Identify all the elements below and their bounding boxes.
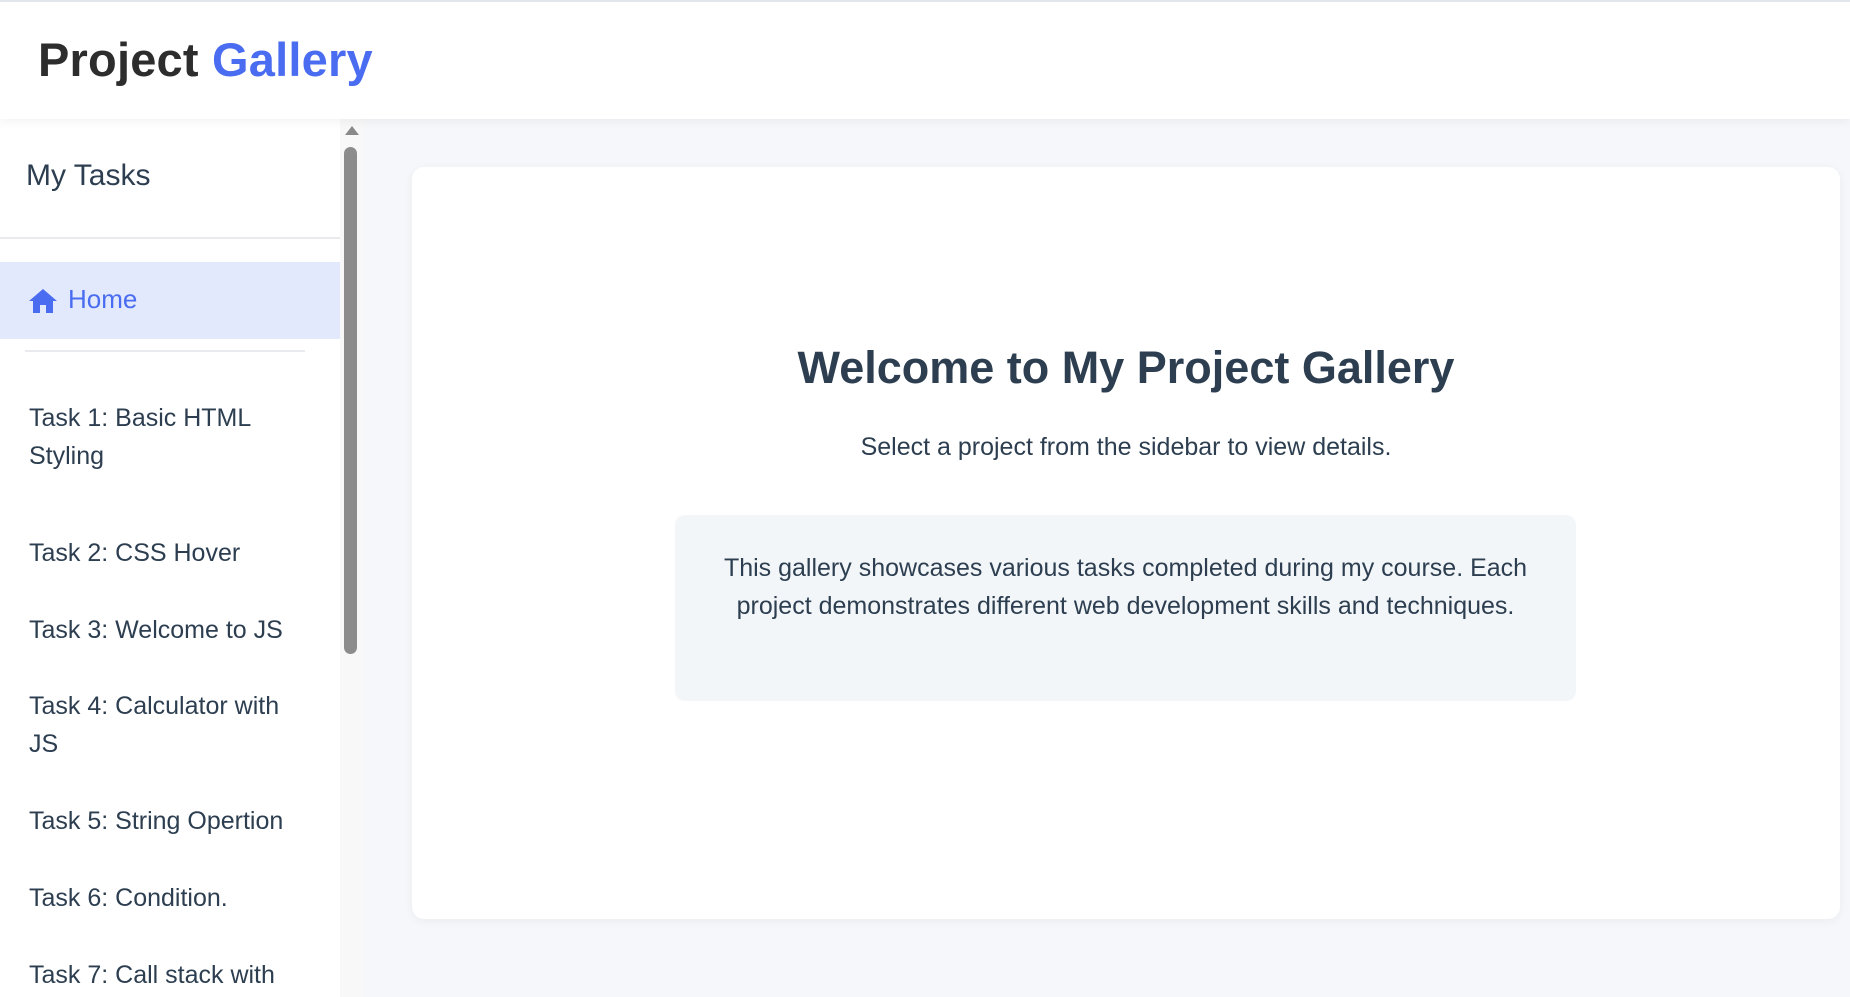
home-icon bbox=[29, 289, 57, 313]
brand-title: Project Gallery bbox=[38, 32, 373, 87]
sidebar-item-task-4[interactable]: Task 4: Calculator with JS bbox=[29, 687, 314, 763]
sidebar-scrollbar[interactable] bbox=[340, 119, 364, 997]
sidebar-item-task-1[interactable]: Task 1: Basic HTML Styling bbox=[29, 399, 314, 475]
nav-divider bbox=[25, 350, 305, 352]
brand-title-accent: Gallery bbox=[212, 33, 373, 86]
sidebar-title: My Tasks bbox=[26, 159, 151, 192]
scrollbar-thumb[interactable] bbox=[344, 147, 357, 654]
page-title: Welcome to My Project Gallery bbox=[797, 342, 1455, 393]
welcome-card: Welcome to My Project Gallery Select a p… bbox=[412, 167, 1840, 919]
sidebar-item-task-6[interactable]: Task 6: Condition. bbox=[29, 879, 314, 917]
sidebar-item-task-3[interactable]: Task 3: Welcome to JS bbox=[29, 611, 314, 649]
sidebar: My Tasks Home Task 1: Basic HTML Styling… bbox=[0, 119, 364, 997]
description-box: This gallery showcases various tasks com… bbox=[675, 515, 1576, 701]
app-root: Project Gallery My Tasks Home Task 1: Ba… bbox=[0, 0, 1850, 997]
sidebar-item-task-2[interactable]: Task 2: CSS Hover bbox=[29, 534, 314, 572]
sidebar-item-home[interactable]: Home bbox=[0, 262, 340, 339]
brand-title-primary: Project bbox=[38, 33, 199, 86]
sidebar-item-task-5[interactable]: Task 5: String Opertion bbox=[29, 802, 314, 840]
page-header: Project Gallery bbox=[0, 0, 1850, 119]
description-text: This gallery showcases various tasks com… bbox=[723, 554, 1528, 620]
sidebar-item-home-label: Home bbox=[68, 284, 138, 314]
page-subtitle: Select a project from the sidebar to vie… bbox=[860, 433, 1392, 461]
sidebar-item-task-7[interactable]: Task 7: Call stack with array. bbox=[29, 956, 314, 997]
scroll-up-arrow-icon[interactable] bbox=[345, 126, 359, 135]
sidebar-divider bbox=[0, 237, 340, 239]
